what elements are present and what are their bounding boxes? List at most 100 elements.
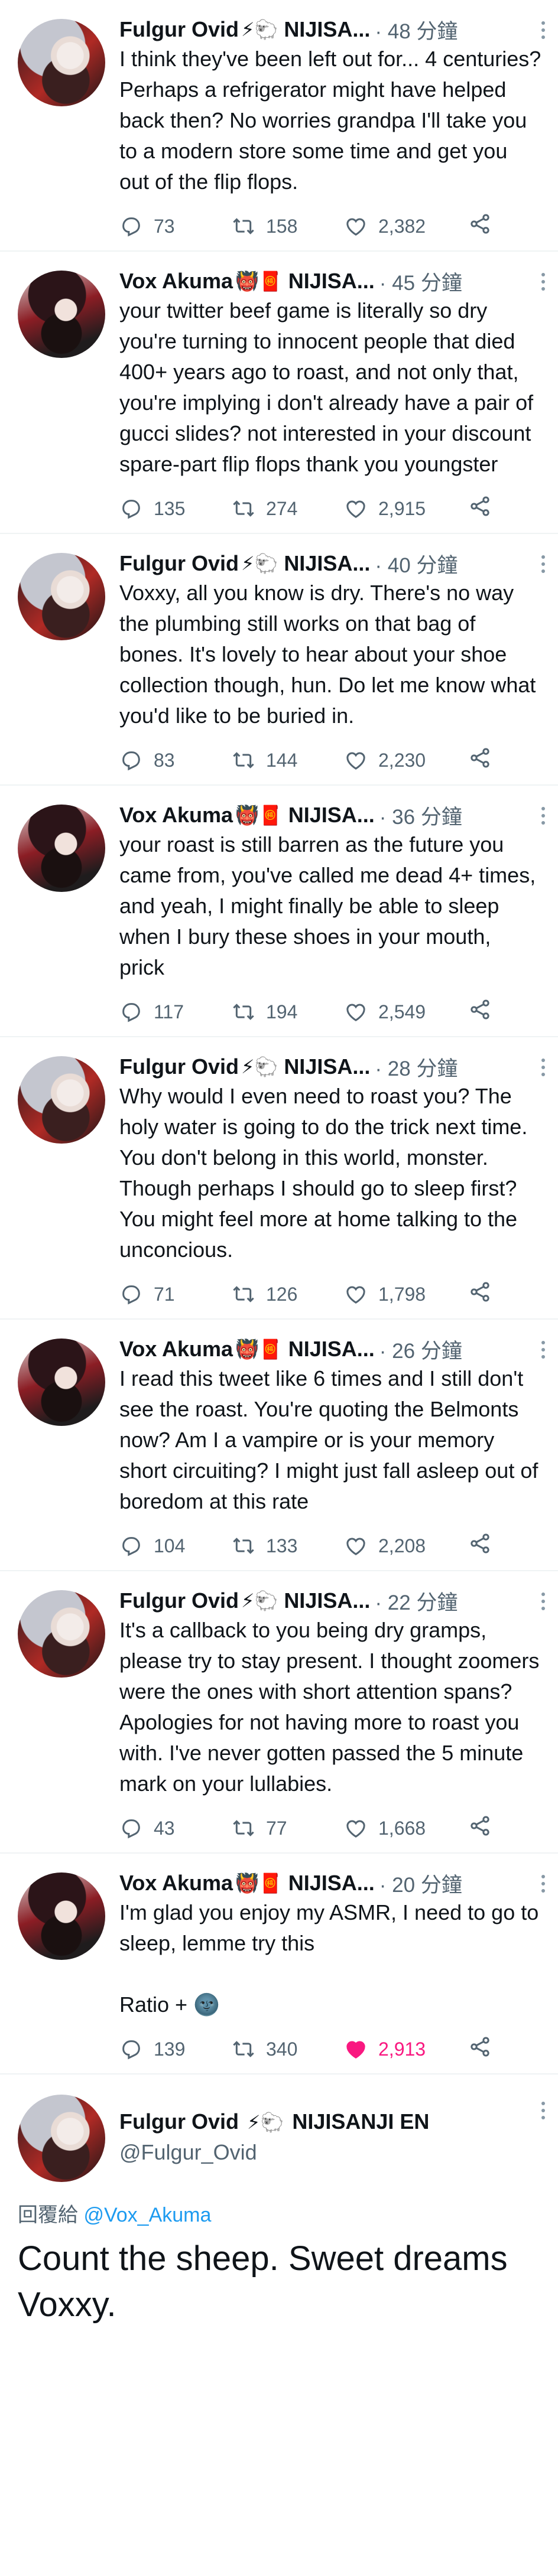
retweet-button[interactable]: 194	[232, 1000, 344, 1024]
timestamp[interactable]: · 20 分鐘	[379, 1868, 462, 1898]
retweet-button[interactable]: 126	[232, 1282, 344, 1306]
reply-button[interactable]: 71	[119, 1282, 232, 1306]
tweet[interactable]: Fulgur Ovid ⚡🐑 NIJISA... · 48 分鐘 I think…	[0, 0, 558, 252]
retweet-button[interactable]: 158	[232, 214, 344, 238]
author-handle[interactable]: NIJISA...	[284, 1588, 370, 1613]
retweet-icon	[233, 1004, 254, 1020]
share-button[interactable]	[468, 746, 492, 774]
name-emojis: ⚡🐑	[241, 1056, 278, 1077]
author-name[interactable]: Fulgur Ovid	[119, 551, 239, 576]
retweet-button[interactable]: 133	[232, 1534, 344, 1558]
reply-button[interactable]: 135	[119, 497, 232, 520]
avatar[interactable]	[18, 805, 105, 892]
reply-button[interactable]: 43	[119, 1816, 232, 1840]
retweet-button[interactable]: 144	[232, 748, 344, 772]
like-button[interactable]: 1,798	[344, 1282, 468, 1306]
more-options-icon[interactable]	[541, 807, 545, 825]
share-icon	[471, 1533, 489, 1554]
retweet-icon	[233, 218, 254, 235]
reply-button[interactable]: 104	[119, 1534, 232, 1558]
more-options-icon[interactable]	[541, 273, 545, 291]
reply-to-line: 回覆給 @Vox_Akuma	[18, 2199, 541, 2227]
more-options-icon[interactable]	[541, 21, 545, 39]
reply-count: 135	[154, 497, 186, 519]
reply-button[interactable]: 139	[119, 2037, 232, 2061]
like-button[interactable]: 2,230	[344, 748, 468, 772]
avatar[interactable]	[18, 1590, 105, 1678]
author-name[interactable]: Fulgur Ovid	[119, 1588, 239, 1613]
share-button[interactable]	[468, 212, 492, 240]
more-options-icon[interactable]	[541, 555, 545, 573]
reply-button[interactable]: 73	[119, 214, 232, 238]
tweet[interactable]: Vox Akuma 👹🧧 NIJISA... · 45 分鐘 your twit…	[0, 252, 558, 534]
tweet[interactable]: Vox Akuma 👹🧧 NIJISA... · 26 分鐘 I read th…	[0, 1320, 558, 1571]
tweet[interactable]: Fulgur Ovid ⚡🐑 NIJISA... · 28 分鐘 Why wou…	[0, 1037, 558, 1320]
share-button[interactable]	[468, 1280, 492, 1308]
author-handle[interactable]: NIJISA...	[284, 1054, 370, 1079]
name-emojis: ⚡🐑	[241, 553, 278, 574]
timestamp[interactable]: · 45 分鐘	[379, 266, 462, 297]
tweet[interactable]: Fulgur Ovid ⚡🐑 NIJISA... · 22 分鐘 It's a …	[0, 1571, 558, 1854]
tweet[interactable]: Fulgur Ovid ⚡🐑 NIJISA... · 40 分鐘 Voxxy, …	[0, 534, 558, 786]
share-button[interactable]	[468, 1814, 492, 1842]
avatar[interactable]	[18, 19, 105, 106]
author-handle[interactable]: NIJISA...	[288, 269, 375, 294]
like-button[interactable]: 2,382	[344, 214, 468, 238]
reply-button[interactable]: 83	[119, 748, 232, 772]
reply-icon	[122, 1003, 140, 1022]
author-handle[interactable]: @Fulgur_Ovid	[119, 2140, 429, 2165]
share-button[interactable]	[468, 494, 492, 523]
author-name[interactable]: Vox Akuma	[119, 1337, 233, 1362]
author-handle[interactable]: NIJISA...	[288, 1871, 375, 1896]
retweet-button[interactable]: 274	[232, 497, 344, 520]
author-name[interactable]: Vox Akuma	[119, 1871, 233, 1896]
retweet-button[interactable]: 340	[232, 2037, 344, 2061]
more-options-icon[interactable]	[541, 1875, 545, 1893]
share-button[interactable]	[468, 1532, 492, 1560]
timestamp[interactable]: · 22 分鐘	[375, 1586, 458, 1616]
author-org[interactable]: NIJISANJI EN	[292, 2109, 429, 2134]
like-button[interactable]: 2,913	[344, 2037, 468, 2061]
avatar[interactable]	[18, 2095, 105, 2182]
author-name[interactable]: Fulgur Ovid	[119, 17, 239, 42]
more-options-icon[interactable]	[541, 1341, 545, 1359]
tweet[interactable]: Vox Akuma 👹🧧 NIJISA... · 36 分鐘 your roas…	[0, 786, 558, 1037]
like-button[interactable]: 2,208	[344, 1534, 468, 1558]
tweet-header: Fulgur Ovid ⚡🐑 NIJISA... · 28 分鐘	[119, 1054, 541, 1080]
like-count: 2,549	[378, 1001, 426, 1022]
author-name[interactable]: Vox Akuma	[119, 803, 233, 828]
reply-to-link[interactable]: @Vox_Akuma	[83, 2204, 211, 2226]
share-button[interactable]	[468, 998, 492, 1026]
main-author-line[interactable]: Fulgur Ovid ⚡🐑 NIJISANJI EN	[119, 2109, 429, 2134]
timestamp[interactable]: · 40 分鐘	[375, 549, 458, 579]
reply-button[interactable]: 117	[119, 1000, 232, 1024]
avatar[interactable]	[18, 1056, 105, 1144]
retweet-button[interactable]: 77	[232, 1816, 344, 1840]
avatar[interactable]	[18, 1872, 105, 1960]
author-handle[interactable]: NIJISA...	[284, 551, 370, 576]
share-button[interactable]	[468, 2035, 492, 2063]
more-options-icon[interactable]	[541, 1059, 545, 1076]
tweet[interactable]: Vox Akuma 👹🧧 NIJISA... · 20 分鐘 I'm glad …	[0, 1854, 558, 2075]
like-button[interactable]: 2,549	[344, 1000, 468, 1024]
tweet-text: your roast is still barren as the future…	[119, 832, 542, 979]
like-button[interactable]: 1,668	[344, 1816, 468, 1840]
more-options-icon[interactable]	[541, 2102, 545, 2119]
timestamp[interactable]: · 36 分鐘	[379, 800, 462, 831]
author-handle[interactable]: NIJISA...	[288, 803, 375, 828]
author-handle[interactable]: NIJISA...	[288, 1337, 375, 1362]
author-handle[interactable]: NIJISA...	[284, 17, 370, 42]
avatar[interactable]	[18, 553, 105, 640]
timestamp[interactable]: · 28 分鐘	[375, 1052, 458, 1082]
timestamp[interactable]: · 48 分鐘	[375, 15, 458, 45]
author-name[interactable]: Fulgur Ovid	[119, 2109, 239, 2134]
like-count: 2,382	[378, 215, 426, 237]
more-options-icon[interactable]	[541, 1593, 545, 1610]
name-emojis: ⚡🐑	[241, 1590, 278, 1611]
timestamp[interactable]: · 26 分鐘	[379, 1334, 462, 1364]
author-name[interactable]: Fulgur Ovid	[119, 1054, 239, 1079]
like-button[interactable]: 2,915	[344, 497, 468, 520]
avatar[interactable]	[18, 271, 105, 358]
author-name[interactable]: Vox Akuma	[119, 269, 233, 294]
avatar[interactable]	[18, 1339, 105, 1426]
